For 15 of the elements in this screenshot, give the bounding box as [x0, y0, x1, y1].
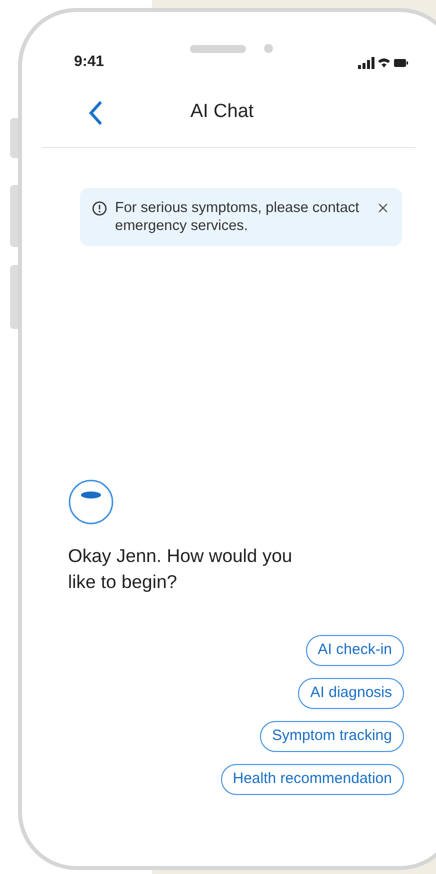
- status-icons: [358, 56, 408, 68]
- alert-icon: [92, 201, 107, 216]
- option-chip[interactable]: Health recommendation: [220, 764, 404, 795]
- speaker-slot: [190, 44, 246, 52]
- option-chip[interactable]: AI check-in: [306, 635, 404, 666]
- assistant-message: Okay Jenn. How would you like to begin?: [68, 544, 294, 594]
- assistant-avatar: [68, 479, 114, 525]
- alert-text: For serious symptoms, please contact emergency services.: [115, 199, 360, 235]
- status-time: 9:41: [74, 52, 104, 72]
- screen-title: AI Chat: [189, 100, 255, 124]
- close-icon: [378, 203, 388, 213]
- option-chip[interactable]: AI diagnosis: [298, 678, 404, 709]
- chevron-left-icon: [88, 100, 102, 124]
- option-chip[interactable]: Symptom tracking: [260, 721, 404, 752]
- close-button[interactable]: [376, 201, 390, 215]
